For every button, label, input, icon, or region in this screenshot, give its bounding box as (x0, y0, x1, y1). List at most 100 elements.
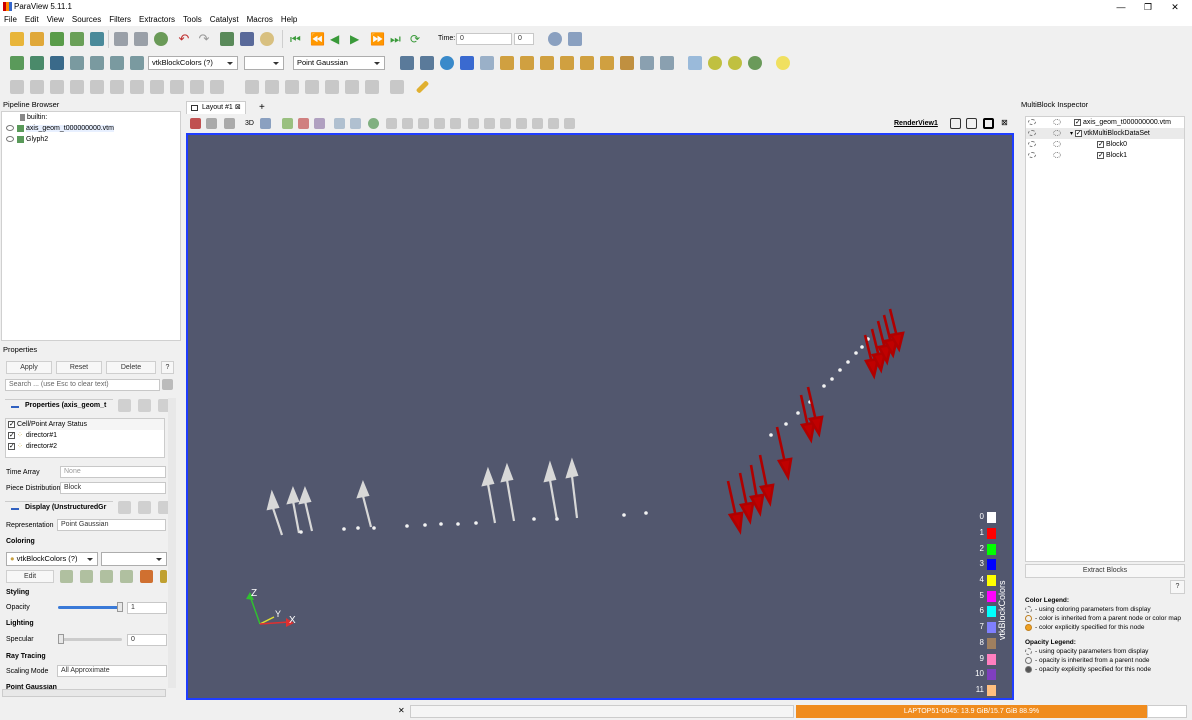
block-row[interactable]: axis_geom_t000000000.vtm (1026, 117, 1184, 128)
select-line-icon[interactable] (468, 118, 479, 129)
plot-data-icon[interactable] (305, 80, 319, 94)
view-minus-z-icon[interactable] (600, 56, 614, 70)
close-view-icon[interactable]: ⊠ (1001, 118, 1008, 127)
visibility-eye-icon[interactable] (6, 125, 14, 132)
edit-colormap-button[interactable]: Edit (6, 570, 54, 583)
block-row[interactable]: ▾ vtkMultiBlockDataSet (1026, 128, 1184, 139)
warp-vector-icon[interactable] (170, 80, 184, 94)
properties-search-input[interactable]: Search ... (use Esc to clear text) (5, 379, 160, 391)
pipeline-item-glyph[interactable]: Glyph2 (2, 134, 180, 145)
select-angle-icon[interactable] (484, 118, 495, 129)
pick-center-icon[interactable] (748, 56, 762, 70)
paste-icon[interactable] (138, 501, 151, 514)
save-preset-icon[interactable] (160, 570, 167, 583)
tab-layout-1[interactable]: Layout #1 ⊠ (186, 101, 246, 114)
delete-button[interactable]: Delete (106, 361, 156, 374)
view-plus-x-icon[interactable] (500, 56, 514, 70)
redo-icon[interactable]: ↷ (197, 32, 211, 46)
open-folder-icon[interactable] (30, 32, 44, 46)
zoom-closest-icon[interactable] (440, 56, 454, 70)
select-query-icon[interactable] (500, 118, 511, 129)
properties-scrollbar[interactable] (168, 398, 176, 688)
selection-help-icon[interactable] (516, 118, 527, 129)
opacity-slider-handle[interactable] (117, 602, 123, 612)
minimize-button[interactable]: — (1106, 0, 1136, 14)
group-datasets-icon[interactable] (190, 80, 204, 94)
undo-icon[interactable]: ↶ (177, 32, 191, 46)
reset-button[interactable]: Reset (56, 361, 102, 374)
camera-undo-icon[interactable] (206, 118, 217, 129)
clip-icon[interactable] (50, 80, 64, 94)
select-cells-icon[interactable] (282, 118, 293, 129)
paste-icon[interactable] (138, 399, 151, 412)
close-window-button[interactable]: ✕ (1160, 0, 1190, 14)
extract-blocks-button[interactable]: Extract Blocks (1025, 564, 1185, 578)
shrink-selection-icon[interactable] (434, 118, 445, 129)
maximize-view-icon[interactable] (983, 118, 994, 129)
python-calc-icon[interactable] (390, 80, 404, 94)
zoom-to-box-icon[interactable] (460, 56, 474, 70)
block-row[interactable]: Block1 (1026, 150, 1184, 161)
calculator-icon[interactable] (10, 80, 24, 94)
collapse-icon[interactable] (11, 406, 19, 408)
histogram-icon[interactable] (285, 80, 299, 94)
orientation-axes-icon[interactable] (728, 56, 742, 70)
rescale-range-icon[interactable] (60, 570, 73, 583)
menu-view[interactable]: View (43, 14, 68, 26)
representation-combo[interactable]: Point Gaussian (293, 56, 385, 70)
menu-tools[interactable]: Tools (179, 14, 206, 26)
first-frame-icon[interactable]: ⏮ (290, 32, 304, 46)
rotate-neg90-icon[interactable] (660, 56, 674, 70)
color-state-icon[interactable] (1028, 130, 1036, 137)
reset-session-icon[interactable] (154, 32, 168, 46)
clear-selection-icon[interactable] (564, 118, 575, 129)
scaling-mode-combo[interactable]: All Approximate (57, 665, 167, 677)
last-frame-icon[interactable]: ⏭ (390, 32, 404, 46)
specular-input[interactable]: 0 (127, 634, 167, 646)
extract-subset-icon[interactable] (110, 80, 124, 94)
find-data-icon[interactable] (220, 32, 234, 46)
play-icon[interactable]: ▶ (350, 32, 364, 46)
select-block-icon[interactable] (334, 118, 345, 129)
reverse-play-icon[interactable]: ◀ (330, 32, 344, 46)
opacity-state-icon[interactable] (1053, 141, 1061, 148)
specular-slider-handle[interactable] (58, 634, 64, 644)
menu-catalyst[interactable]: Catalyst (206, 14, 243, 26)
array-header-checkbox[interactable] (8, 419, 15, 430)
interactive-zoom-icon[interactable] (480, 56, 494, 70)
block-checkbox[interactable] (1097, 150, 1104, 161)
plot-over-time-icon[interactable] (325, 80, 339, 94)
menu-sources[interactable]: Sources (68, 14, 105, 26)
next-frame-icon[interactable]: ⏩ (370, 32, 385, 46)
multiblock-help-button[interactable]: ? (1170, 580, 1185, 594)
previous-frame-icon[interactable]: ⏪ (310, 32, 325, 46)
split-horizontal-icon[interactable] (950, 118, 961, 129)
rescale-visible-icon[interactable] (110, 56, 124, 70)
array-checkbox[interactable] (8, 441, 15, 452)
render-view-canvas[interactable]: Z Y X (186, 133, 1014, 700)
color-state-icon[interactable] (1028, 152, 1036, 159)
time-index-spinbox[interactable]: 0 (514, 33, 534, 45)
render-view-name[interactable]: RenderView1 (894, 120, 938, 127)
toggle-color-legend-icon[interactable] (10, 56, 24, 70)
array-header[interactable]: Cell/Point Array Status (6, 419, 164, 430)
threshold-icon[interactable] (90, 80, 104, 94)
interactive-select-icon[interactable] (368, 118, 379, 129)
glyph-icon[interactable] (130, 80, 144, 94)
toggle-2d-icon[interactable] (688, 56, 702, 70)
properties-hscrollbar[interactable] (2, 689, 166, 697)
select-points-icon[interactable] (298, 118, 309, 129)
coloring-component-combo[interactable] (101, 552, 167, 566)
time-input[interactable]: 0 (456, 33, 512, 45)
split-vertical-icon[interactable] (966, 118, 977, 129)
save-state-icon[interactable] (70, 32, 84, 46)
contour-icon[interactable] (30, 80, 44, 94)
undo-camera-icon[interactable] (114, 32, 128, 46)
descriptive-stats-icon[interactable] (345, 80, 359, 94)
settings-icon[interactable] (260, 32, 274, 46)
open-icon[interactable] (10, 32, 24, 46)
reset-camera-closest-icon[interactable] (420, 56, 434, 70)
grow-selection-icon[interactable] (418, 118, 429, 129)
coloring-combo[interactable]: ● vtkBlockColors (?) (6, 552, 98, 566)
extract-level-icon[interactable] (210, 80, 224, 94)
